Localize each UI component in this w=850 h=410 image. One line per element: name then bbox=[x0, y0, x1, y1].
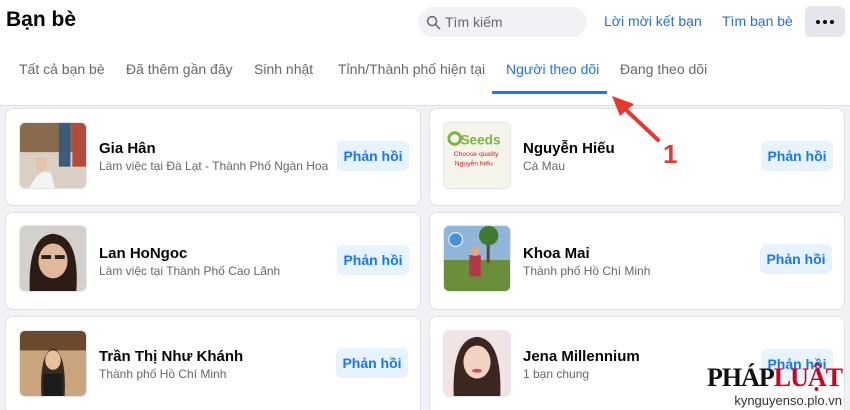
follower-subtitle: Làm việc tại Thành Phố Cao Lãnh bbox=[99, 264, 281, 278]
tab-recently-added[interactable]: Đã thêm gần đây bbox=[126, 61, 233, 77]
watermark-url: kynguyenso.plo.vn bbox=[734, 393, 842, 408]
search-icon bbox=[426, 15, 441, 29]
friend-requests-link[interactable]: Lời mời kết bạn bbox=[604, 13, 702, 29]
avatar[interactable] bbox=[19, 225, 87, 292]
follower-name[interactable]: Gia Hân bbox=[99, 140, 156, 157]
search-placeholder: Tìm kiếm bbox=[445, 14, 503, 30]
follower-name[interactable]: Lan HoNgoc bbox=[99, 245, 187, 262]
follower-card: Lan HoNgoc Làm việc tại Thành Phố Cao Lã… bbox=[5, 212, 421, 310]
respond-button[interactable]: Phản hồi bbox=[760, 244, 832, 274]
avatar[interactable] bbox=[443, 225, 511, 292]
follower-name[interactable]: Trần Thị Như Khánh bbox=[99, 348, 243, 365]
follower-name[interactable]: Khoa Mai bbox=[523, 245, 590, 262]
watermark: PHÁPLUẬT kynguyenso.plo.vn bbox=[706, 363, 843, 408]
profile-photo-image bbox=[20, 226, 86, 291]
follower-subtitle: Thành phố Hồ Chí Minh bbox=[523, 264, 651, 278]
respond-button[interactable]: Phản hồi bbox=[336, 348, 408, 378]
tab-followers[interactable]: Người theo dõi bbox=[506, 61, 599, 77]
tab-following[interactable]: Đang theo dõi bbox=[620, 61, 707, 77]
follower-name[interactable]: Nguyễn Hiếu bbox=[523, 140, 615, 157]
respond-button[interactable]: Phản hồi bbox=[761, 141, 833, 171]
avatar[interactable] bbox=[443, 330, 511, 397]
avatar-seeds-sub2: Nguyễn hiếu bbox=[455, 159, 493, 168]
follower-subtitle: 1 bạn chung bbox=[523, 367, 590, 381]
tab-birthdays[interactable]: Sinh nhật bbox=[254, 61, 313, 77]
annotation-arrow-icon bbox=[612, 96, 660, 142]
friends-header: Bạn bè Tìm kiếm Lời mời kết bạn Tìm bạn … bbox=[0, 0, 850, 106]
follower-subtitle: Cà Mau bbox=[523, 159, 566, 173]
tab-all-friends[interactable]: Tất cả bạn bè bbox=[19, 61, 105, 77]
watermark-logo: PHÁPLUẬT bbox=[706, 363, 843, 392]
respond-button[interactable]: Phản hồi bbox=[337, 245, 409, 275]
follower-subtitle: Làm việc tại Đà Lạt - Thành Phố Ngàn Hoa bbox=[99, 159, 329, 173]
avatar-seeds-sub1: Choose quality bbox=[454, 151, 499, 158]
active-tab-indicator bbox=[492, 91, 607, 94]
avatar-seeds-text: Seeds bbox=[461, 132, 501, 147]
more-button[interactable] bbox=[805, 6, 845, 37]
page-title: Bạn bè bbox=[6, 8, 77, 31]
profile-photo-image bbox=[444, 226, 510, 291]
profile-photo-image: Seeds Choose quality Nguyễn hiếu bbox=[444, 123, 510, 188]
search-input[interactable]: Tìm kiếm bbox=[418, 7, 587, 37]
profile-photo-image bbox=[20, 331, 86, 396]
follower-name[interactable]: Jena Millennium bbox=[523, 348, 640, 365]
tab-current-city[interactable]: Tỉnh/Thành phố hiện tại bbox=[338, 61, 485, 77]
annotation-number: 1 bbox=[663, 139, 678, 169]
more-dots-icon bbox=[816, 19, 834, 24]
respond-button[interactable]: Phản hồi bbox=[337, 141, 409, 171]
profile-photo-image bbox=[444, 331, 510, 396]
avatar[interactable] bbox=[19, 330, 87, 397]
find-friends-link[interactable]: Tìm bạn bè bbox=[722, 13, 793, 29]
avatar[interactable] bbox=[19, 122, 87, 189]
profile-photo-image bbox=[20, 123, 86, 188]
follower-subtitle: Thành phố Hồ Chí Minh bbox=[99, 367, 227, 381]
avatar[interactable]: Seeds Choose quality Nguyễn hiếu bbox=[443, 122, 511, 189]
follower-card: Gia Hân Làm việc tại Đà Lạt - Thành Phố … bbox=[5, 108, 421, 206]
